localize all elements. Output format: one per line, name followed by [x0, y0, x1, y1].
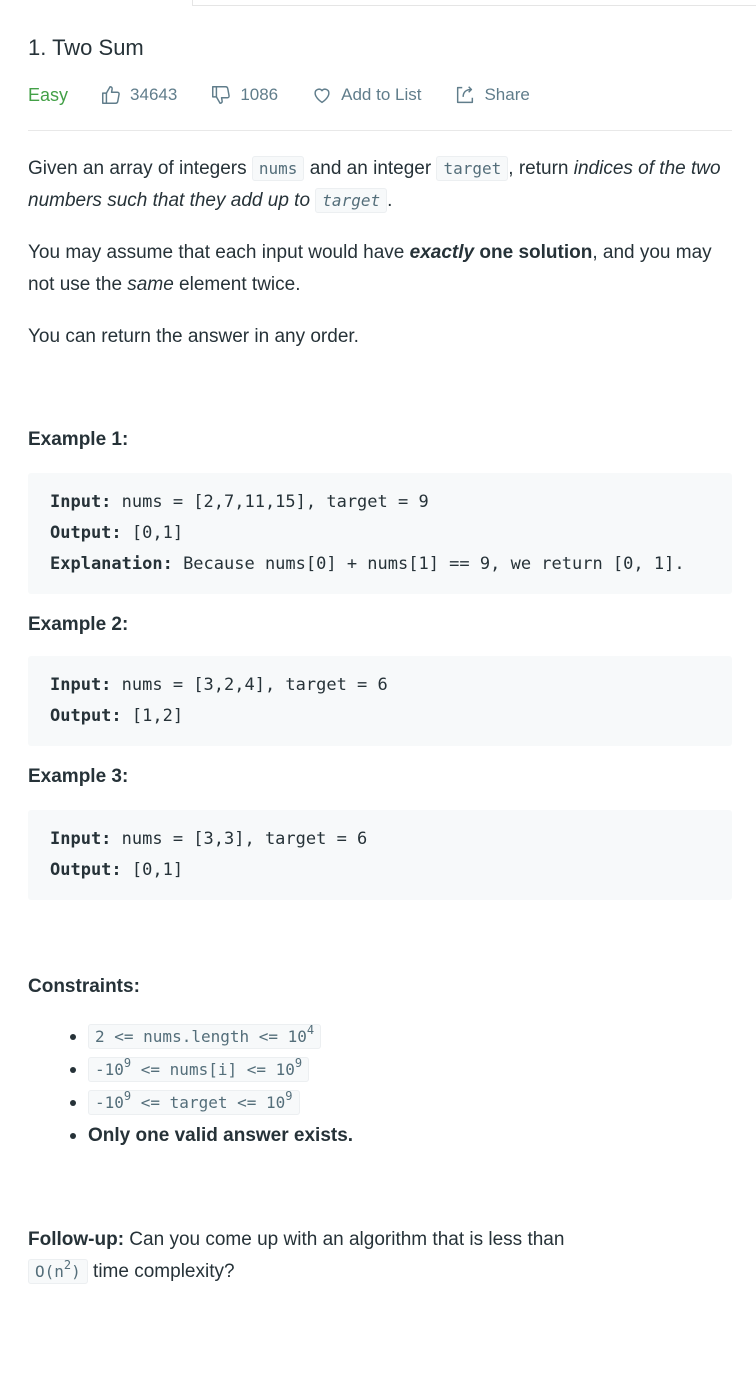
heart-icon	[314, 88, 330, 104]
complexity-text: )	[71, 1262, 81, 1281]
example-output: [0,1]	[121, 523, 184, 543]
dislike-count: 1086	[240, 85, 279, 104]
constraints-title: Constraints:	[28, 976, 140, 997]
problem-panel: 1. Two Sum Easy 34643 1086 Add to List S…	[28, 32, 732, 1288]
explanation-label: Explanation:	[50, 554, 173, 574]
example-title: Example 2:	[28, 614, 129, 635]
followup-label: Follow-up:	[28, 1229, 125, 1250]
constraints-list: 2 <= nums.length <= 104 -10 9 <= nums[i] …	[28, 1020, 732, 1152]
desc-text: You may assume that each input would hav…	[28, 242, 410, 263]
desc-strong: one solution	[474, 242, 593, 263]
add-to-list-button[interactable]: Add to List	[311, 84, 421, 106]
output-label: Output:	[50, 523, 122, 543]
constraint-text: 2 <= nums.length <= 10	[95, 1027, 307, 1046]
output-label: Output:	[50, 706, 122, 726]
tab-bar-edge	[192, 0, 756, 6]
example-input: nums = [3,3], target = 6	[111, 829, 368, 849]
inline-code-nums: nums	[251, 156, 305, 181]
inline-code-target: target	[315, 188, 388, 213]
like-button[interactable]: 34643	[100, 84, 177, 106]
desc-text: .	[387, 190, 393, 211]
desc-strong-emphasis: exactly	[409, 242, 475, 263]
example-explanation: Because nums[0] + nums[1] == 9, we retur…	[172, 554, 685, 574]
share-label: Share	[484, 85, 530, 104]
constraint-code: 2 <= nums.length <= 104	[88, 1023, 322, 1049]
share-button[interactable]: Share	[454, 84, 530, 106]
input-label: Input:	[50, 675, 112, 695]
description-paragraph-2: You may assume that each input would hav…	[28, 237, 732, 301]
followup-text: time complexity?	[87, 1261, 235, 1282]
constraint-item: -109 <= nums[i] <= 109	[88, 1053, 732, 1086]
constraint-text: -10	[95, 1060, 124, 1079]
desc-text: , return	[508, 158, 574, 179]
desc-text: element twice.	[173, 274, 301, 295]
constraint-item: Only one valid answer exists.	[88, 1119, 732, 1152]
description-paragraph-1: Given an array of integers nums and an i…	[28, 153, 732, 217]
thumbs-down-icon	[212, 86, 231, 104]
inline-code-target: target	[436, 156, 509, 181]
constraint-exponent: 9	[294, 1056, 303, 1070]
problem-description: Given an array of integers nums and an i…	[28, 153, 732, 353]
followup-text: Can you come up with an algorithm that i…	[124, 1229, 565, 1250]
constraint-exponent: 4	[306, 1023, 315, 1037]
add-to-list-label: Add to List	[341, 85, 422, 104]
desc-text: Given an array of integers	[28, 158, 252, 179]
example-block: Input: nums = [3,3], target = 6 Output: …	[28, 810, 732, 900]
problem-meta-bar: Easy 34643 1086 Add to List Share	[28, 80, 732, 110]
example-title: Example 1:	[28, 429, 129, 450]
constraint-text: Only one valid answer exists.	[88, 1125, 354, 1146]
example-output: [1,2]	[121, 706, 184, 726]
example-title: Example 3:	[28, 766, 129, 787]
complexity-text: O(n	[35, 1262, 64, 1281]
share-icon	[457, 86, 474, 104]
dislike-button[interactable]: 1086	[210, 84, 278, 106]
constraint-text: -10	[95, 1093, 124, 1112]
desc-emphasis: same	[127, 274, 174, 295]
constraint-code: -109 <= nums[i] <= 109	[88, 1056, 310, 1082]
example-input: nums = [3,2,4], target = 6	[111, 675, 388, 695]
example-block: Input: nums = [2,7,11,15], target = 9 Ou…	[28, 473, 732, 594]
input-label: Input:	[50, 492, 112, 512]
difficulty-badge: Easy	[28, 84, 69, 105]
divider	[28, 130, 732, 131]
example-block: Input: nums = [3,2,4], target = 6 Output…	[28, 656, 732, 746]
constraint-item: 2 <= nums.length <= 104	[88, 1020, 732, 1053]
example-output: [0,1]	[121, 860, 184, 880]
constraint-item: -109 <= target <= 109	[88, 1086, 732, 1119]
description-paragraph-3: You can return the answer in any order.	[28, 326, 359, 347]
example-input: nums = [2,7,11,15], target = 9	[111, 492, 429, 512]
input-label: Input:	[50, 829, 112, 849]
output-label: Output:	[50, 860, 122, 880]
constraint-text: <= target <= 10	[131, 1093, 286, 1112]
followup-paragraph: Follow-up: Can you come up with an algor…	[28, 1224, 588, 1288]
constraint-exponent: 9	[285, 1089, 293, 1103]
constraint-code: -109 <= target <= 109	[88, 1090, 300, 1115]
like-count: 34643	[130, 85, 178, 104]
thumbs-up-icon	[102, 86, 120, 104]
constraint-text: <= nums[i] <= 10	[131, 1060, 295, 1079]
inline-code-complexity: O(n2)	[28, 1259, 88, 1284]
problem-title: 1. Two Sum	[28, 35, 144, 60]
desc-text: and an integer	[304, 158, 437, 179]
